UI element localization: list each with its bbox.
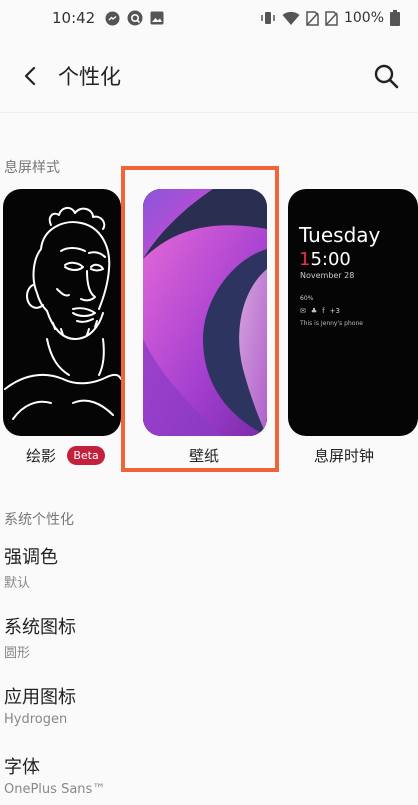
beta-badge: Beta (67, 446, 105, 465)
clock-time-accent-digit: 1 (299, 249, 311, 270)
setting-value: OnePlus Sans™ (4, 782, 106, 797)
setting-title: 应用图标 (4, 687, 76, 708)
notification-icon: ♣ (310, 307, 318, 315)
setting-value: Hydrogen (4, 712, 68, 727)
card-label-clock: 息屏时钟 (314, 447, 375, 465)
status-bar: 10:42 100% (0, 0, 418, 36)
battery-icon (390, 10, 400, 26)
vibrate-icon (261, 12, 275, 24)
clock-notifications: ✉ ♣ f +3 (300, 307, 340, 315)
status-right: 100% (260, 10, 400, 26)
section-header-system: 系统个性化 (4, 512, 74, 528)
header-divider (0, 112, 418, 113)
messenger-icon (105, 11, 120, 25)
status-time: 10:42 (52, 9, 96, 27)
lockscreen-card-portrait[interactable] (3, 189, 121, 436)
wallpaper-preview-image (143, 189, 267, 436)
portrait-line-art-image (4, 207, 121, 420)
lockscreen-card-clock[interactable]: Tuesday 15:00 November 28 60% ✉ ♣ f +3 T… (288, 189, 418, 436)
page-title: 个性化 (58, 65, 121, 89)
more-count: +3 (329, 307, 340, 315)
setting-font[interactable]: 字体 OnePlus Sans™ (4, 753, 404, 797)
mail-icon: ✉ (300, 307, 306, 315)
no-sim-icon (325, 10, 338, 26)
clock-time: 15:00 (299, 249, 351, 270)
clock-battery: 60% (300, 295, 314, 302)
no-sim-icon (306, 10, 319, 26)
wifi-icon (282, 11, 300, 25)
clock-day: Tuesday (299, 223, 381, 247)
section-header-lock-screen: 息屏样式 (4, 160, 60, 176)
setting-value: 默认 (4, 576, 31, 591)
clock-owner: This is Jenny's phone (300, 320, 363, 327)
clock-date: November 28 (300, 271, 355, 280)
setting-value: 圆形 (4, 646, 31, 661)
app-bar: 个性化 (0, 44, 418, 108)
lockscreen-card-wallpaper[interactable] (143, 189, 267, 436)
setting-title: 系统图标 (4, 617, 76, 638)
setting-title: 字体 (4, 757, 40, 778)
facebook-icon: f (322, 307, 325, 315)
setting-accent-color[interactable]: 强调色 默认 (4, 543, 404, 591)
clock-time-rest: 5:00 (310, 249, 351, 270)
image-icon (150, 11, 164, 25)
card-label-wallpaper: 壁纸 (189, 447, 220, 465)
search-icon[interactable] (372, 62, 400, 90)
back-icon[interactable] (18, 64, 42, 88)
setting-system-icons[interactable]: 系统图标 圆形 (4, 613, 404, 661)
battery-percent: 100% (343, 10, 384, 26)
q-app-icon (127, 10, 143, 26)
setting-title: 强调色 (4, 547, 58, 568)
card-label-portrait: 绘影 (26, 447, 57, 465)
setting-app-icons[interactable]: 应用图标 Hydrogen (4, 683, 404, 727)
